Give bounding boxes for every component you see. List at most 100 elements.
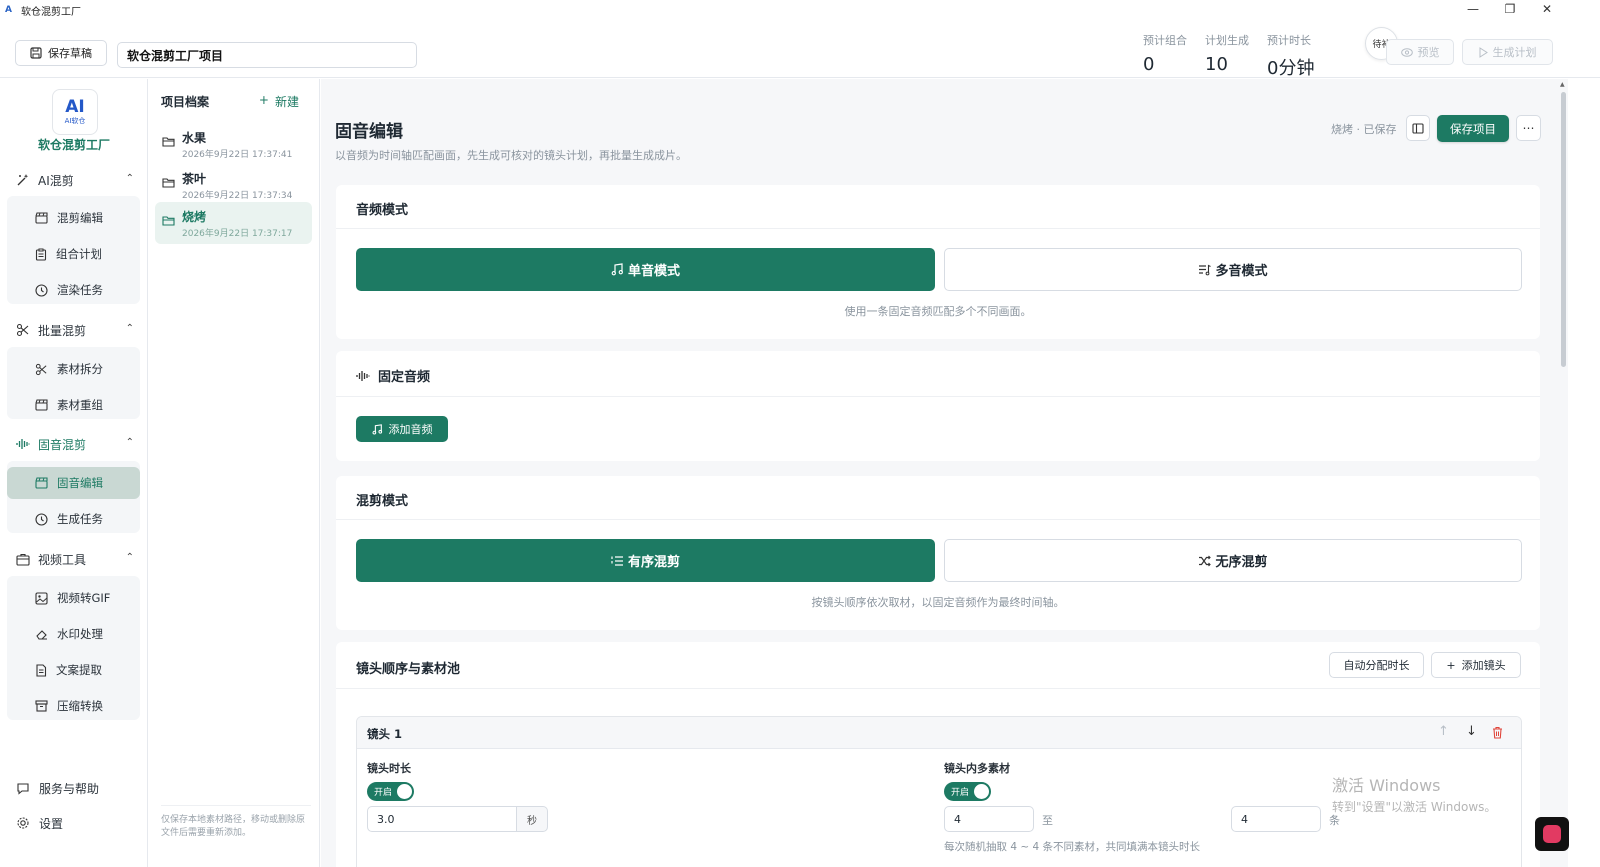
duration-unit: 秒 <box>517 806 548 832</box>
trash-icon <box>1493 726 1502 739</box>
project-archive-title: 项目档案 <box>161 95 210 109</box>
nav-item-label: 素材重组 <box>57 398 103 412</box>
stat-label: 计划生成 <box>1205 34 1249 47</box>
stat-value: 10 <box>1205 54 1228 75</box>
random-mix-button[interactable]: 无序混剪 <box>944 539 1522 582</box>
magic-wand-icon <box>17 174 29 186</box>
generate-plan-button[interactable]: 生成计划 <box>1462 39 1553 65</box>
delete-shot-button[interactable] <box>1492 726 1503 739</box>
multi-min-input[interactable]: 4 <box>944 806 1034 832</box>
brand-logo-mark: AI <box>65 96 85 117</box>
shot-order-title: 镜头顺序与素材池 <box>356 662 461 677</box>
close-icon[interactable]: ✕ <box>1529 0 1565 18</box>
project-item[interactable]: 茶叶 2026年9月22日 17:37:34 <box>155 164 312 206</box>
preview-label: 预览 <box>1417 46 1440 59</box>
add-shot-button[interactable]: + 添加镜头 <box>1431 652 1521 678</box>
stat-label: 预计时长 <box>1267 34 1311 47</box>
nav-item-combo-plan[interactable]: 组合计划 <box>7 238 140 270</box>
divider <box>336 519 1540 520</box>
multi-audio-mode-label: 多音模式 <box>1215 264 1268 279</box>
nav-item-label: 视频转GIF <box>57 591 111 605</box>
watermark-line2: 转到"设置"以激活 Windows。 <box>1332 800 1497 814</box>
nav-item-watermark[interactable]: 水印处理 <box>7 618 140 650</box>
auto-assign-label: 自动分配时长 <box>1343 659 1410 672</box>
nav-help[interactable]: 服务与帮助 <box>16 778 99 798</box>
nav-item-material-regroup[interactable]: 素材重组 <box>7 389 140 421</box>
nav-settings[interactable]: 设置 <box>16 813 63 833</box>
new-project-button[interactable]: + 新建 <box>259 93 299 110</box>
archive-icon <box>35 700 48 712</box>
brand-logo: AI AI软仓 <box>52 89 98 135</box>
shot-header: 镜头 1 ↑ ↓ <box>357 717 1521 749</box>
music-note-icon <box>611 263 623 276</box>
fixed-audio-header: 固定音频 <box>356 366 430 385</box>
project-item[interactable]: 水果 2026年9月22日 17:37:41 <box>155 123 312 165</box>
multi-max-input[interactable]: 4 <box>1231 806 1321 832</box>
project-name: 水果 <box>182 131 207 145</box>
shot-duration-toggle[interactable]: 开启 <box>367 782 414 801</box>
nav-item-video-to-gif[interactable]: 视频转GIF <box>7 582 140 614</box>
toggle-knob <box>397 784 412 799</box>
audio-wave-icon <box>16 439 30 449</box>
watermark-line1: 激活 Windows <box>1332 776 1441 795</box>
nav-group-ai-mix[interactable]: AI混剪 ⌃ <box>16 170 134 190</box>
plus-icon: + <box>1446 658 1456 672</box>
project-name: 烧烤 <box>182 210 207 224</box>
add-audio-label: 添加音频 <box>388 423 433 436</box>
clipboard-icon <box>35 248 47 261</box>
chevron-up-icon: ⌃ <box>125 552 134 563</box>
nav-item-fixed-audio-edit[interactable]: 固音编辑 <box>7 467 140 499</box>
multi-material-label: 镜头内多素材 <box>944 762 1010 775</box>
shot-duration-input[interactable]: 3.0 <box>367 806 517 832</box>
fixed-audio-card: 固定音频 添加音频 <box>336 351 1540 461</box>
nav-item-label: 渲染任务 <box>57 283 103 297</box>
windows-activation-watermark: 激活 Windows 转到"设置"以激活 Windows。 <box>1332 772 1496 815</box>
document-icon <box>36 663 47 677</box>
shot-duration-label: 镜头时长 <box>367 762 411 775</box>
brand-logo-sub: AI软仓 <box>64 116 86 125</box>
project-item-active[interactable]: 烧烤 2026年9月22日 17:37:17 <box>155 202 312 244</box>
page-title: 固音编辑 <box>335 122 403 142</box>
add-audio-button[interactable]: 添加音频 <box>356 416 448 442</box>
minimize-icon[interactable]: — <box>1455 0 1491 18</box>
chevron-up-icon: ⌃ <box>125 323 134 334</box>
nav-group-video-tools[interactable]: 视频工具 ⌃ <box>16 549 134 569</box>
divider <box>336 688 1540 689</box>
scrollbar-thumb[interactable] <box>1561 92 1566 367</box>
nav-group-batch-mix[interactable]: 批量混剪 ⌃ <box>16 320 134 340</box>
folder-icon <box>162 137 175 147</box>
nav-group-fixed-audio-mix[interactable]: 固音混剪 ⌃ <box>16 434 134 454</box>
nav-item-text-extract[interactable]: 文案提取 <box>7 654 140 686</box>
move-up-icon[interactable]: ↑ <box>1438 724 1449 739</box>
play-icon <box>1479 46 1488 58</box>
shuffle-icon <box>1199 555 1212 566</box>
auto-assign-duration-button[interactable]: 自动分配时长 <box>1329 652 1424 678</box>
project-name-input[interactable] <box>117 42 417 68</box>
clapperboard-icon <box>35 477 48 489</box>
restore-icon[interactable]: ❐ <box>1492 0 1528 18</box>
more-options-button[interactable]: ⋯ <box>1516 115 1541 141</box>
single-audio-mode-button[interactable]: 单音模式 <box>356 248 935 291</box>
clock-icon <box>35 512 48 526</box>
floating-app-icon[interactable] <box>1535 817 1569 851</box>
nav-item-generate-tasks[interactable]: 生成任务 <box>7 503 140 535</box>
scroll-up-arrow-icon[interactable]: ▲ <box>1560 81 1565 88</box>
multi-material-toggle[interactable]: 开启 <box>944 782 991 801</box>
clapperboard-icon <box>35 399 48 411</box>
panel-toggle-button[interactable] <box>1406 115 1430 141</box>
multi-audio-mode-button[interactable]: 多音模式 <box>944 248 1522 291</box>
gear-icon <box>17 817 29 829</box>
toggle-label: 开启 <box>951 788 970 798</box>
nav-item-render-tasks[interactable]: 渲染任务 <box>7 274 140 306</box>
nav-item-compress-convert[interactable]: 压缩转换 <box>7 690 140 722</box>
random-mix-label: 无序混剪 <box>1215 555 1268 570</box>
nav-item-mix-edit[interactable]: 混剪编辑 <box>7 202 140 234</box>
preview-button[interactable]: 预览 <box>1386 39 1454 65</box>
ordered-mix-button[interactable]: 有序混剪 <box>356 539 935 582</box>
move-down-icon[interactable]: ↓ <box>1466 724 1477 739</box>
save-project-button[interactable]: 保存项目 <box>1437 115 1509 142</box>
nav-item-material-split[interactable]: 素材拆分 <box>7 353 140 385</box>
project-name: 茶叶 <box>182 172 207 186</box>
stat-value: 0分钟 <box>1267 58 1315 79</box>
save-draft-button[interactable]: 保存草稿 <box>15 40 107 66</box>
